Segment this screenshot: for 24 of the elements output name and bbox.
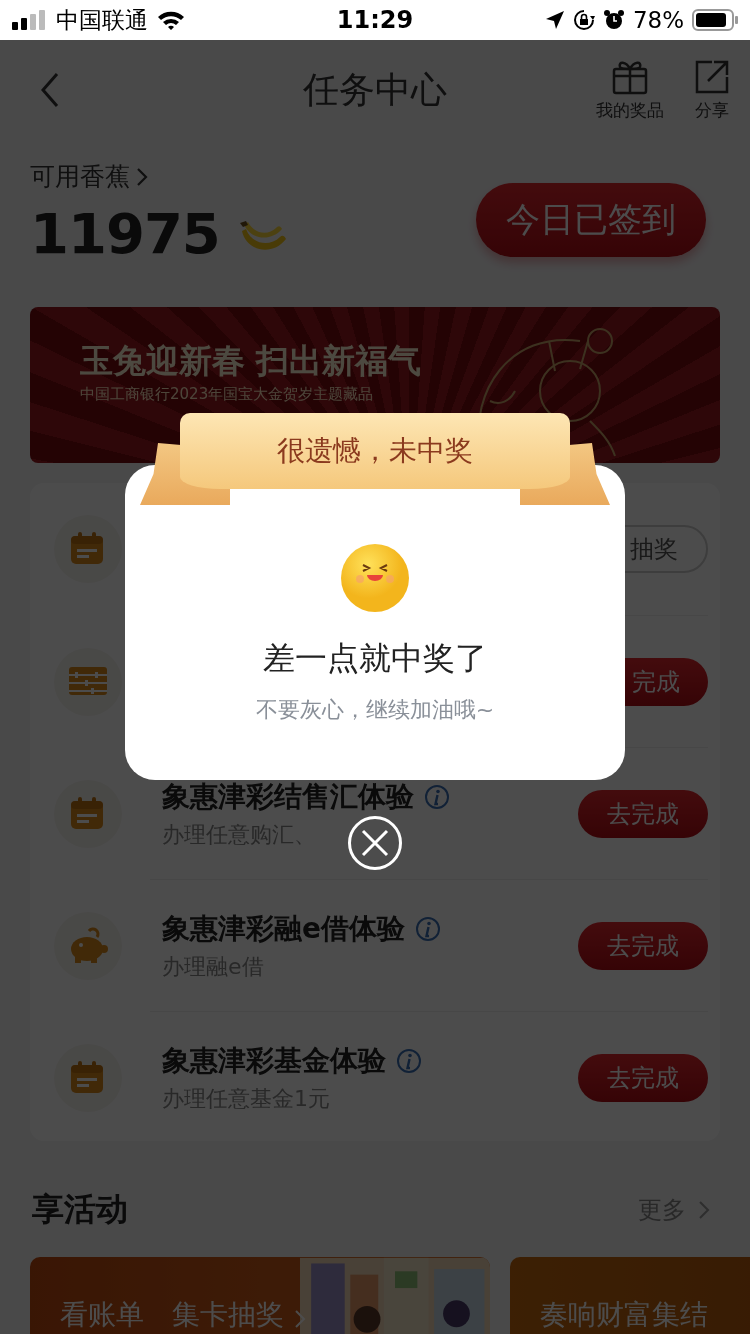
task-title: 象惠津彩结售汇体验: [162, 778, 414, 815]
battery-icon: [692, 9, 738, 31]
activity-title: 奏响财富集结: [540, 1299, 708, 1331]
task-title: 象惠津彩融e借体验: [162, 910, 405, 947]
close-button[interactable]: [348, 816, 402, 870]
activity-title: 看账单 集卡抽奖: [60, 1299, 284, 1331]
carrier-name: 中国联通: [56, 5, 148, 35]
location-icon: [544, 10, 565, 30]
close-icon: [360, 828, 390, 858]
dialog-message: 不要灰心，继续加油哦~: [255, 696, 495, 724]
battery-percent: 78%: [632, 7, 684, 33]
banner-title: 玉兔迎新春 扫出新福气: [80, 341, 422, 381]
dialog-heading: 差一点就中奖了: [263, 638, 487, 679]
section-title: 享活动: [32, 1189, 128, 1230]
rotation-lock-icon: [572, 9, 595, 31]
task-title: 象惠津彩基金体验: [162, 1042, 386, 1079]
ribbon-banner: 很遗憾，未中奖: [180, 413, 570, 489]
signal-icon: [12, 10, 48, 30]
wifi-icon: [156, 9, 186, 31]
smiley-face-icon: [340, 543, 410, 613]
clock-time: 11:29: [336, 6, 414, 34]
alarm-icon: [602, 9, 625, 31]
page-title: 任务中心: [302, 67, 448, 112]
points-value: 11975: [30, 201, 220, 266]
